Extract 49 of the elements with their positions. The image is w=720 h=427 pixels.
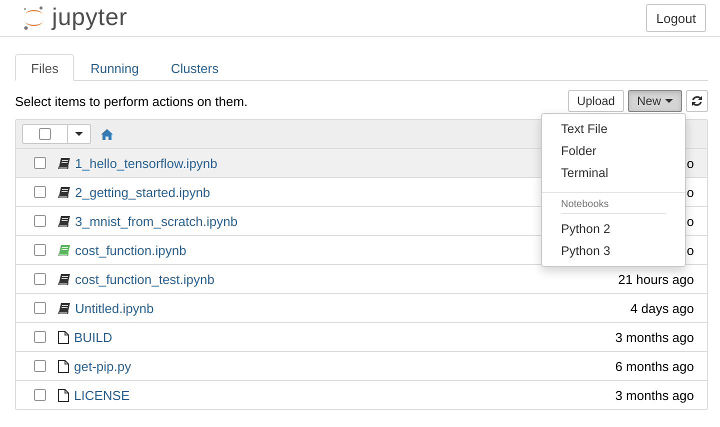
file-link[interactable]: get-pip.py (74, 358, 132, 374)
file-link[interactable]: cost_function_test.ipynb (75, 272, 214, 286)
document-icon (58, 388, 69, 402)
new-button[interactable]: New (628, 90, 682, 112)
menu-item[interactable]: Text File (542, 118, 685, 140)
select-dropdown-button[interactable] (68, 124, 91, 144)
menu-item[interactable]: Terminal (542, 162, 685, 184)
tab[interactable]: Running (74, 54, 155, 81)
menu-item[interactable]: Python 3 (542, 240, 685, 262)
menu-item[interactable]: Python 2 (542, 218, 685, 240)
modified-time: o (686, 242, 694, 258)
logo-icon (22, 5, 46, 31)
checkbox[interactable] (34, 244, 46, 256)
upload-button[interactable]: Upload (568, 90, 624, 112)
refresh-icon (691, 95, 703, 107)
tab[interactable]: Clusters (154, 54, 235, 81)
menu-item[interactable]: Folder (542, 140, 685, 162)
file-link[interactable]: Untitled.ipynb (75, 300, 154, 316)
menu-section-header: Notebooks (561, 198, 666, 214)
logout-button[interactable]: Logout (646, 4, 706, 32)
checkbox[interactable] (34, 215, 46, 227)
document-icon (58, 330, 69, 344)
file-link[interactable]: 2_getting_started.ipynb (75, 184, 210, 200)
checkbox[interactable] (34, 302, 46, 314)
file-link[interactable]: BUILD (74, 330, 112, 344)
file-link[interactable]: LICENSE (74, 388, 130, 402)
refresh-button[interactable] (686, 90, 708, 112)
home-icon[interactable] (101, 128, 113, 140)
checkbox[interactable] (34, 360, 46, 372)
modified-time: 21 hours ago (618, 272, 694, 286)
file-link[interactable]: 3_mnist_from_scratch.ipynb (75, 214, 238, 228)
tab[interactable]: Files (15, 54, 74, 81)
modified-time: o (686, 184, 694, 200)
modified-time: 3 months ago (615, 388, 694, 402)
modified-time: o (686, 156, 694, 170)
checkbox[interactable] (34, 273, 46, 285)
checkbox[interactable] (34, 157, 46, 169)
instruction-text: Select items to perform actions on them. (15, 94, 248, 108)
modified-time: o (686, 214, 694, 228)
file-link[interactable]: cost_function.ipynb (75, 242, 186, 258)
checkbox[interactable] (34, 389, 46, 401)
document-icon (58, 360, 69, 372)
file-link[interactable]: 1_hello_tensorflow.ipynb (75, 156, 218, 170)
checkbox[interactable] (34, 331, 46, 343)
modified-time: 6 months ago (615, 358, 694, 374)
modified-time: 4 days ago (630, 300, 694, 316)
modified-time: 3 months ago (615, 330, 694, 344)
checkbox[interactable] (34, 186, 46, 198)
logo-text: jupyter (52, 4, 128, 32)
